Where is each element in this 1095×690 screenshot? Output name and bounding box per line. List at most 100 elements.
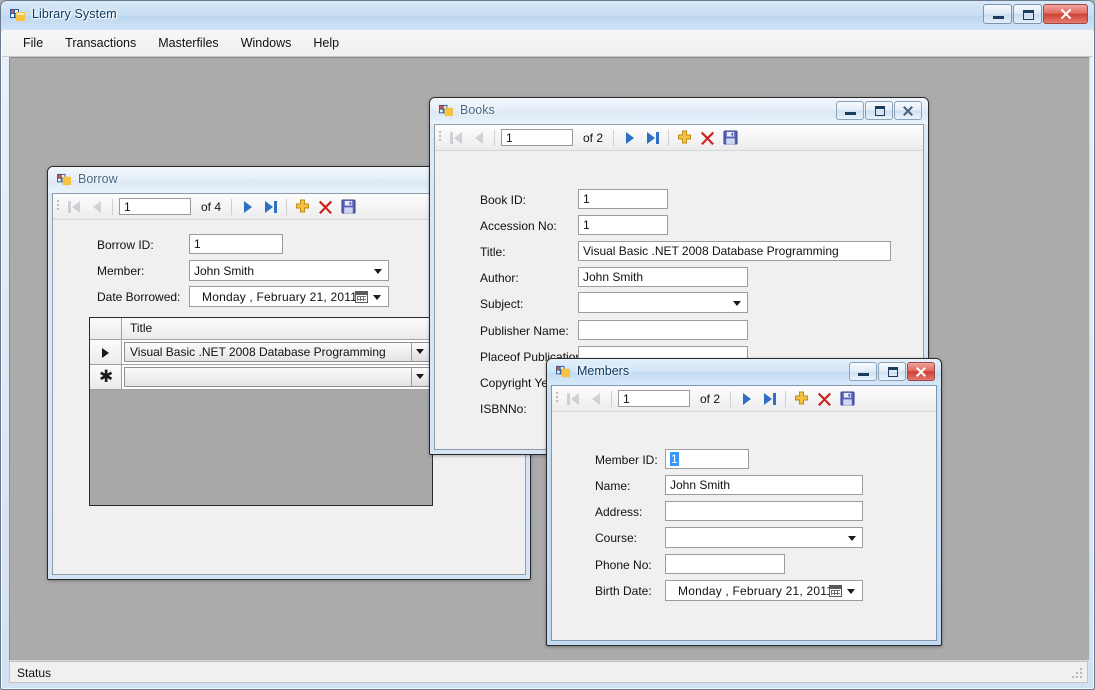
phone-no-field[interactable] bbox=[665, 554, 785, 574]
borrow-position-input[interactable]: 1 bbox=[119, 198, 191, 215]
move-next-button[interactable] bbox=[236, 196, 259, 217]
member-field[interactable]: John Smith bbox=[189, 260, 389, 281]
navigator-grip[interactable] bbox=[552, 386, 561, 411]
name-field[interactable]: John Smith bbox=[665, 475, 863, 495]
delete-button[interactable] bbox=[813, 388, 836, 409]
menu-help[interactable]: Help bbox=[302, 32, 350, 54]
members-minimize-button[interactable] bbox=[849, 362, 877, 381]
save-button[interactable] bbox=[836, 388, 859, 409]
grid-cell-title-new[interactable] bbox=[122, 365, 432, 390]
move-last-button[interactable] bbox=[259, 196, 282, 217]
application-root: Library System File Transactions Masterf… bbox=[0, 0, 1095, 690]
members-caption-buttons bbox=[849, 362, 935, 381]
borrow-id-label: Borrow ID: bbox=[97, 238, 154, 252]
birth-date-value: Monday , February 21, 2011 bbox=[678, 584, 834, 598]
member-id-field[interactable]: 1 bbox=[665, 449, 749, 469]
navigator-separator bbox=[611, 390, 612, 407]
move-next-button[interactable] bbox=[618, 127, 641, 148]
date-borrowed-field[interactable]: Monday , February 21, 2011 bbox=[189, 286, 389, 307]
delete-button[interactable] bbox=[314, 196, 337, 217]
menu-masterfiles[interactable]: Masterfiles bbox=[147, 32, 229, 54]
borrow-details-grid[interactable]: Title Visual Basic .NET 2008 Database Pr… bbox=[89, 317, 433, 506]
move-previous-icon bbox=[474, 131, 483, 144]
grid-corner-cell[interactable] bbox=[90, 318, 122, 340]
navigator-grip[interactable] bbox=[435, 125, 444, 150]
save-button[interactable] bbox=[719, 127, 742, 148]
course-field[interactable] bbox=[665, 527, 863, 548]
table-row[interactable]: Visual Basic .NET 2008 Database Programm… bbox=[90, 340, 432, 365]
minimize-button[interactable] bbox=[983, 4, 1012, 24]
move-next-button[interactable] bbox=[735, 388, 758, 409]
members-position-input[interactable]: 1 bbox=[618, 390, 690, 407]
accession-no-field[interactable]: 1 bbox=[578, 215, 668, 235]
main-titlebar[interactable]: Library System bbox=[1, 1, 1094, 31]
move-first-button[interactable] bbox=[62, 196, 85, 217]
delete-icon bbox=[319, 200, 333, 214]
isbn-no-label: ISBNNo: bbox=[480, 402, 527, 416]
menu-file[interactable]: File bbox=[12, 32, 54, 54]
close-button[interactable] bbox=[1043, 4, 1088, 24]
move-previous-button[interactable] bbox=[584, 388, 607, 409]
row-header-new[interactable]: ✱ bbox=[90, 365, 122, 390]
subject-field[interactable] bbox=[578, 292, 748, 313]
grid-cell-title[interactable]: Visual Basic .NET 2008 Database Programm… bbox=[122, 340, 432, 365]
save-icon bbox=[341, 199, 356, 214]
resize-grip-icon[interactable] bbox=[1071, 667, 1084, 680]
move-last-button[interactable] bbox=[758, 388, 781, 409]
name-label: Name: bbox=[595, 479, 631, 493]
members-titlebar[interactable]: Members bbox=[547, 359, 941, 385]
members-maximize-button[interactable] bbox=[878, 362, 906, 381]
add-new-button[interactable] bbox=[291, 196, 314, 217]
grid-cell-combobox-new[interactable] bbox=[124, 367, 430, 387]
move-last-icon bbox=[763, 392, 776, 405]
book-id-field[interactable]: 1 bbox=[578, 189, 668, 209]
save-icon bbox=[840, 391, 855, 406]
chevron-down-icon[interactable] bbox=[411, 368, 429, 386]
title-field[interactable]: Visual Basic .NET 2008 Database Programm… bbox=[578, 241, 891, 261]
borrow-window-title: Borrow bbox=[78, 172, 118, 186]
navigator-separator bbox=[785, 390, 787, 407]
birth-date-field[interactable]: Monday , February 21, 2011 bbox=[665, 580, 863, 601]
menu-windows[interactable]: Windows bbox=[230, 32, 303, 54]
books-titlebar[interactable]: Books bbox=[430, 98, 928, 124]
save-button[interactable] bbox=[337, 196, 360, 217]
table-row-new[interactable]: ✱ bbox=[90, 365, 432, 390]
add-new-button[interactable] bbox=[790, 388, 813, 409]
publisher-name-field[interactable] bbox=[578, 320, 748, 340]
move-first-button[interactable] bbox=[444, 127, 467, 148]
maximize-icon bbox=[875, 106, 885, 116]
books-close-button[interactable] bbox=[894, 101, 922, 120]
chevron-down-icon bbox=[373, 295, 381, 300]
row-header-current[interactable] bbox=[90, 340, 122, 365]
members-close-button[interactable] bbox=[907, 362, 935, 381]
books-record-count: of 2 bbox=[583, 130, 604, 145]
borrow-id-field[interactable]: 1 bbox=[189, 234, 283, 254]
books-position-input[interactable]: 1 bbox=[501, 129, 573, 146]
menu-transactions[interactable]: Transactions bbox=[54, 32, 147, 54]
grid-cell-combobox[interactable]: Visual Basic .NET 2008 Database Programm… bbox=[124, 342, 430, 362]
maximize-button[interactable] bbox=[1013, 4, 1042, 24]
books-minimize-button[interactable] bbox=[836, 101, 864, 120]
status-label: Status bbox=[17, 666, 52, 680]
navigator-separator bbox=[286, 198, 288, 215]
grid-column-header-title[interactable]: Title bbox=[122, 318, 432, 340]
move-last-icon bbox=[646, 131, 659, 144]
move-previous-button[interactable] bbox=[85, 196, 108, 217]
move-first-icon bbox=[566, 392, 579, 405]
move-next-icon bbox=[243, 200, 252, 213]
author-field[interactable]: John Smith bbox=[578, 267, 748, 287]
books-maximize-button[interactable] bbox=[865, 101, 893, 120]
add-new-button[interactable] bbox=[673, 127, 696, 148]
delete-icon bbox=[701, 131, 715, 145]
members-record-count: of 2 bbox=[700, 391, 721, 406]
move-previous-button[interactable] bbox=[467, 127, 490, 148]
members-window[interactable]: Members 1 of 2 Member ID: 1 Name: John S… bbox=[546, 358, 942, 646]
address-field[interactable] bbox=[665, 501, 863, 521]
grid-cell-value: Visual Basic .NET 2008 Database Programm… bbox=[130, 345, 386, 359]
chevron-down-icon[interactable] bbox=[411, 343, 429, 361]
navigator-grip[interactable] bbox=[53, 194, 62, 219]
chevron-down-icon bbox=[733, 301, 741, 306]
move-last-button[interactable] bbox=[641, 127, 664, 148]
delete-button[interactable] bbox=[696, 127, 719, 148]
move-first-button[interactable] bbox=[561, 388, 584, 409]
